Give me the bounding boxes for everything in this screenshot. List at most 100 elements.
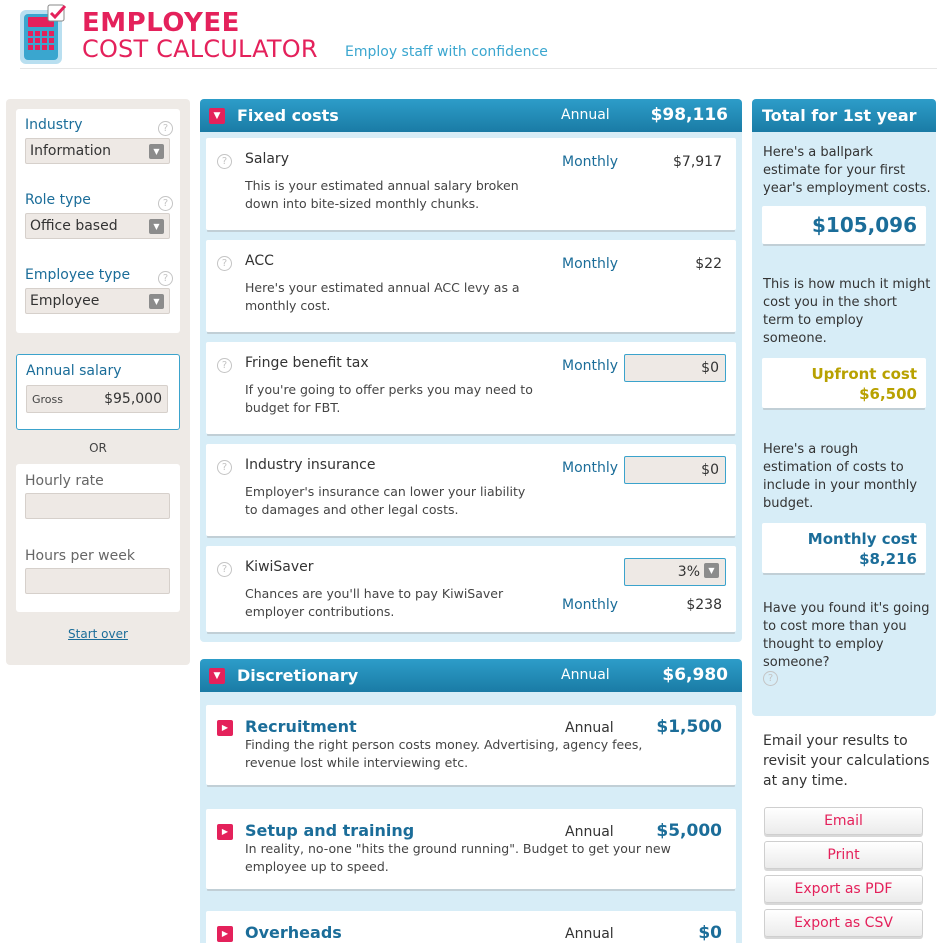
- role-settings-card: Industry ? Information ▼ Role type ? Off…: [16, 109, 180, 333]
- fbt-input[interactable]: $0: [624, 354, 726, 382]
- employee-type-value: Employee: [30, 293, 100, 309]
- industry-select[interactable]: Information ▼: [25, 138, 170, 164]
- kiwisaver-rate-value: 3%: [677, 564, 700, 580]
- row-title: Fringe benefit tax: [245, 355, 369, 371]
- discretionary-title: Discretionary: [237, 666, 359, 685]
- collapse-toggle-icon[interactable]: ▼: [209, 108, 225, 124]
- row-value: $22: [695, 256, 722, 272]
- employee-type-help-icon[interactable]: ?: [158, 271, 173, 286]
- row-period: Annual: [565, 720, 614, 736]
- row-value: $238: [686, 597, 722, 613]
- help-icon[interactable]: ?: [217, 256, 232, 271]
- tagline: Employ staff with confidence: [345, 44, 548, 60]
- row-description: Here's your estimated annual ACC levy as…: [245, 280, 520, 313]
- monthly-cost-label: Monthly cost: [807, 530, 917, 548]
- help-icon[interactable]: ?: [217, 562, 232, 577]
- role-type-help-icon[interactable]: ?: [158, 196, 173, 211]
- industry-help-icon[interactable]: ?: [158, 121, 173, 136]
- first-year-total: $105,096: [811, 213, 917, 237]
- row-period: Annual: [565, 824, 614, 840]
- help-icon[interactable]: ?: [217, 358, 232, 373]
- help-icon[interactable]: ?: [217, 154, 232, 169]
- email-button[interactable]: Email: [764, 807, 923, 835]
- upfront-cost-label: Upfront cost: [811, 365, 917, 383]
- discretionary-header[interactable]: ▼ Discretionary Annual $6,980: [200, 659, 742, 692]
- row-period: Monthly: [562, 256, 619, 272]
- fixed-costs-period: Annual: [561, 107, 610, 123]
- expand-arrow-icon[interactable]: ▶: [217, 720, 233, 736]
- row-value: $5,000: [656, 821, 722, 841]
- cost-row-kiwisaver: ? KiwiSaver Chances are you'll have to p…: [206, 546, 736, 632]
- cost-row-acc: ? ACC Here's your estimated annual ACC l…: [206, 240, 736, 332]
- monthly-cost-value: $8,216: [859, 550, 917, 568]
- summary-panel: Total for 1st year Here's a ballpark est…: [752, 99, 936, 716]
- industry-value: Information: [30, 143, 112, 159]
- chevron-down-icon: ▼: [149, 294, 164, 309]
- annual-salary-value: $95,000: [104, 391, 162, 407]
- calculator-logo-icon: [20, 4, 67, 64]
- fixed-costs-total: $98,116: [650, 105, 728, 125]
- fixed-costs-title: Fixed costs: [237, 106, 339, 125]
- kiwisaver-rate-select[interactable]: 3% ▼: [624, 558, 726, 586]
- hourly-rate-label: Hourly rate: [25, 473, 104, 489]
- monthly-cost-box: Monthly cost $8,216: [762, 523, 926, 573]
- gross-prefix: Gross: [32, 393, 63, 406]
- cost-row-salary: ? Salary This is your estimated annual s…: [206, 138, 736, 230]
- row-value: $0: [698, 923, 722, 943]
- fixed-costs-section: ▼ Fixed costs Annual $98,116 ? Salary Th…: [200, 99, 742, 642]
- row-description: Chances are you'll have to pay KiwiSaver…: [245, 586, 504, 619]
- row-title: Industry insurance: [245, 457, 376, 473]
- hours-per-week-label: Hours per week: [25, 548, 135, 564]
- row-title[interactable]: Recruitment: [245, 717, 357, 736]
- help-icon[interactable]: ?: [763, 671, 778, 686]
- row-description: This is your estimated annual salary bro…: [245, 178, 519, 211]
- chevron-down-icon: ▼: [704, 563, 719, 578]
- app-header: EMPLOYEE COST CALCULATOR Employ staff wi…: [0, 0, 943, 72]
- email-results-text: Email your results to revisit your calcu…: [763, 733, 930, 789]
- employee-type-label: Employee type: [25, 267, 131, 283]
- row-period: Monthly: [562, 597, 619, 613]
- print-button[interactable]: Print: [764, 841, 923, 869]
- monthly-text: Here's a rough estimation of costs to in…: [763, 442, 918, 511]
- row-period: Monthly: [562, 154, 619, 170]
- first-year-total-box: $105,096: [762, 206, 926, 244]
- or-separator: OR: [89, 441, 107, 455]
- help-icon[interactable]: ?: [217, 460, 232, 475]
- row-title: Salary: [245, 151, 289, 167]
- row-period: Monthly: [562, 460, 619, 476]
- row-description: Finding the right person costs money. Ad…: [245, 737, 643, 770]
- discretionary-section: ▼ Discretionary Annual $6,980 ▶ Recruitm…: [200, 659, 742, 943]
- role-type-select[interactable]: Office based ▼: [25, 213, 170, 239]
- cost-row-fbt: ? Fringe benefit tax If you're going to …: [206, 342, 736, 434]
- summary-title: Total for 1st year: [752, 99, 936, 132]
- employee-type-select[interactable]: Employee ▼: [25, 288, 170, 314]
- collapse-toggle-icon[interactable]: ▼: [209, 668, 225, 684]
- annual-salary-label: Annual salary: [26, 363, 122, 379]
- annual-salary-input[interactable]: Gross $95,000: [26, 385, 168, 413]
- row-title[interactable]: Overheads: [245, 923, 342, 942]
- discretionary-row-overheads: ▶ Overheads Annual $0: [206, 911, 736, 943]
- export-csv-button[interactable]: Export as CSV: [764, 909, 923, 937]
- row-title[interactable]: Setup and training: [245, 821, 414, 840]
- start-over-link[interactable]: Start over: [6, 627, 190, 641]
- first-year-text: Here's a ballpark estimate for your firs…: [763, 145, 931, 196]
- discretionary-total: $6,980: [662, 665, 728, 685]
- fixed-costs-header[interactable]: ▼ Fixed costs Annual $98,116: [200, 99, 742, 132]
- hourly-rate-input[interactable]: [25, 493, 170, 519]
- annual-salary-card: Annual salary Gross $95,000: [16, 354, 180, 430]
- expand-arrow-icon[interactable]: ▶: [217, 824, 233, 840]
- industry-insurance-input[interactable]: $0: [624, 456, 726, 484]
- chevron-down-icon: ▼: [149, 219, 164, 234]
- role-type-value: Office based: [30, 218, 118, 234]
- discretionary-row-recruitment: ▶ Recruitment Annual $1,500 Finding the …: [206, 705, 736, 785]
- row-title: KiwiSaver: [245, 559, 314, 575]
- hours-per-week-input[interactable]: [25, 568, 170, 594]
- row-description: Employer's insurance can lower your liab…: [245, 484, 526, 517]
- expand-arrow-icon[interactable]: ▶: [217, 926, 233, 942]
- export-pdf-button[interactable]: Export as PDF: [764, 875, 923, 903]
- role-type-label: Role type: [25, 192, 91, 208]
- row-description: If you're going to offer perks you may n…: [245, 382, 533, 415]
- header-divider: [20, 68, 937, 69]
- row-value: $1,500: [656, 717, 722, 737]
- row-period: Monthly: [562, 358, 619, 374]
